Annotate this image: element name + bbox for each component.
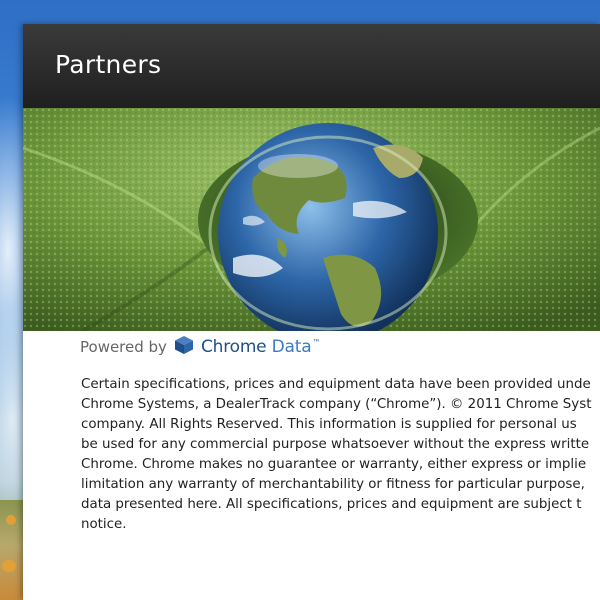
chrome-data-logo-text: Chrome Data™ xyxy=(201,337,320,357)
notice-line: company. All Rights Reserved. This infor… xyxy=(81,417,577,432)
powered-by-chrome-data[interactable]: Powered by Chrome Data™ xyxy=(80,336,320,358)
partners-panel: Partners Powered by Chrome Data™ Certain… xyxy=(23,24,600,600)
notice-line: be used for any commercial purpose whats… xyxy=(81,437,590,452)
panel-header: Partners xyxy=(23,24,600,108)
chrome-data-cube-icon xyxy=(173,335,195,359)
panel-title: Partners xyxy=(55,50,162,79)
trademark-symbol: ™ xyxy=(312,338,321,348)
notice-line: Chrome. Chrome makes no guarantee or war… xyxy=(81,457,587,472)
notice-line: notice. xyxy=(81,517,127,532)
notice-line: Chrome Systems, a DealerTrack company (“… xyxy=(81,397,592,412)
notice-line: limitation any warranty of merchantabili… xyxy=(81,477,585,492)
copyright-notice: Certain specifications, prices and equip… xyxy=(81,375,600,535)
notice-line: data presented here. All specifications,… xyxy=(81,497,582,512)
powered-by-label: Powered by xyxy=(80,338,167,356)
background-flower xyxy=(2,560,16,572)
background-flower xyxy=(6,515,16,525)
notice-line: Certain specifications, prices and equip… xyxy=(81,377,591,392)
earth-leaf-banner-image xyxy=(23,108,600,331)
logo-primary: Chrome xyxy=(200,337,267,357)
banner-illustration xyxy=(23,108,600,331)
logo-secondary: Data xyxy=(266,337,312,357)
